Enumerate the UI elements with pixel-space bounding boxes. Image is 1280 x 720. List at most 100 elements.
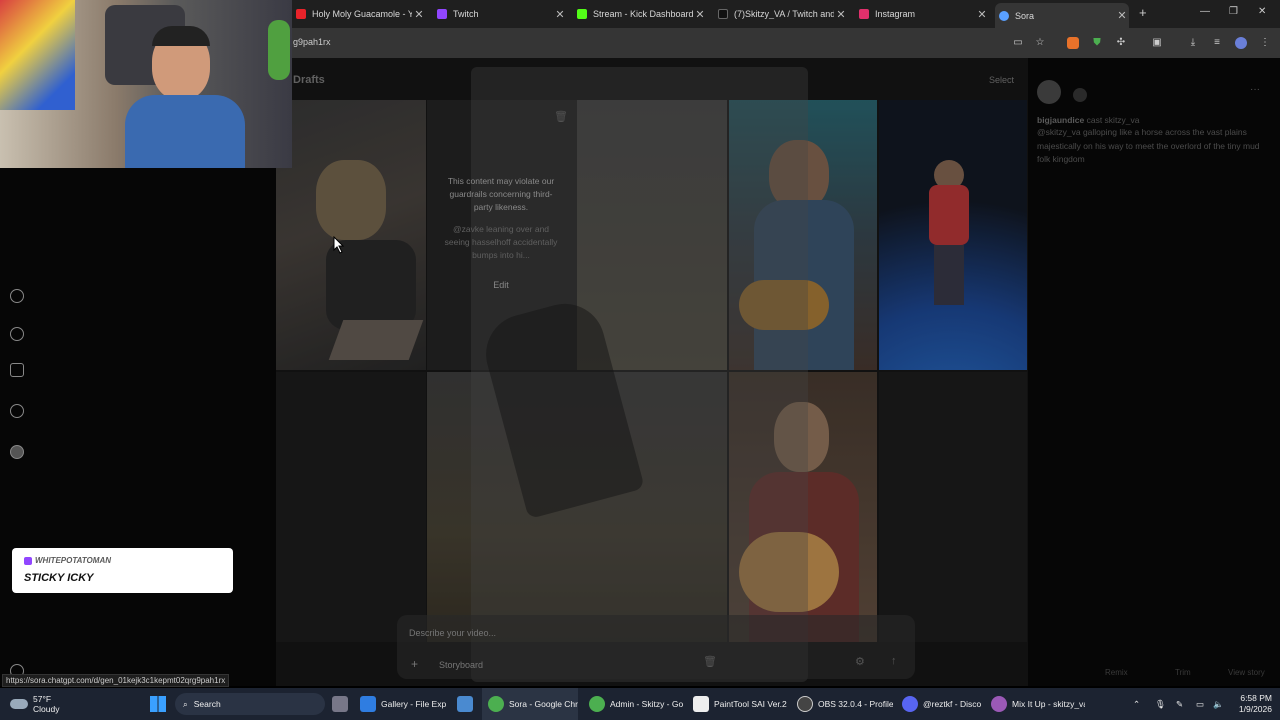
remix-button[interactable]: Remix bbox=[1105, 668, 1128, 677]
taskbar-app-label: Admin - Skitzy - Go bbox=[610, 699, 683, 709]
new-tab-button[interactable]: + bbox=[1139, 5, 1147, 20]
close-icon[interactable]: ✕ bbox=[975, 8, 989, 21]
puzzle-icon[interactable]: ✣ bbox=[1115, 37, 1127, 49]
chevron-up-icon[interactable]: ⌃ bbox=[1133, 688, 1140, 720]
taskbar-app-label: OBS 32.0.4 - Profile: bbox=[818, 699, 893, 709]
windows-taskbar: 57°F Cloudy ⌕ Search Gallery - File Expl… bbox=[0, 688, 1280, 720]
download-icon[interactable]: ⤓ bbox=[1187, 37, 1199, 49]
task-view-icon bbox=[332, 696, 348, 712]
storyboard-button[interactable]: Storyboard bbox=[439, 660, 483, 670]
play-icon[interactable] bbox=[10, 289, 24, 303]
weather-desc: Cloudy bbox=[33, 704, 60, 714]
view-story-button[interactable]: View story bbox=[1228, 668, 1265, 677]
add-media-button[interactable]: + bbox=[411, 657, 418, 671]
trash-icon[interactable]: 🗑 bbox=[703, 655, 717, 668]
trophy-icon[interactable] bbox=[10, 363, 24, 377]
taskbar-app[interactable] bbox=[457, 688, 478, 720]
start-button[interactable] bbox=[150, 688, 166, 720]
taskbar-app[interactable]: @reztkf - Disco bbox=[902, 688, 982, 720]
search-label: Search bbox=[193, 699, 221, 709]
task-view-button[interactable] bbox=[332, 688, 353, 720]
shield-icon[interactable]: ⛊ bbox=[1091, 37, 1103, 49]
pen-icon[interactable]: ✎ bbox=[1176, 688, 1183, 720]
tiktok-icon bbox=[718, 9, 728, 19]
send-arrow-icon[interactable]: ↑ bbox=[891, 655, 897, 667]
photos-icon bbox=[457, 696, 473, 712]
close-window-icon[interactable]: ✕ bbox=[1258, 6, 1266, 17]
tab-label: (7)Skitzy_VA / Twitch and bbox=[734, 9, 834, 19]
sidepanel-icon[interactable]: ▣ bbox=[1151, 37, 1163, 49]
weather-widget[interactable]: 57°F Cloudy bbox=[10, 688, 59, 720]
close-icon[interactable]: ✕ bbox=[1115, 9, 1129, 22]
url-field[interactable]: g9pah1rx bbox=[293, 37, 331, 47]
windows-icon bbox=[150, 696, 166, 712]
taskbar-app-label: PaintTool SAI Ver.2 ( bbox=[714, 699, 787, 709]
chat-message: STICKY ICKY bbox=[24, 572, 94, 584]
streamer-shirt bbox=[125, 95, 245, 168]
cursor-icon bbox=[333, 236, 345, 254]
bell-icon[interactable] bbox=[10, 404, 24, 418]
file-explorer-icon bbox=[360, 696, 376, 712]
guardrail-warning: This content may violate our guardrails … bbox=[447, 176, 555, 212]
green-figure bbox=[268, 20, 290, 80]
menu-icon[interactable]: ⋮ bbox=[1259, 37, 1271, 49]
tab-sora[interactable]: Sora ✕ bbox=[995, 3, 1129, 28]
clock-time: 6:58 PM bbox=[1240, 693, 1272, 703]
tab-label: Stream - Kick Dashboard bbox=[593, 9, 693, 19]
minimize-icon[interactable]: — bbox=[1200, 6, 1210, 17]
chrome-icon bbox=[488, 696, 504, 712]
kick-icon bbox=[577, 9, 587, 19]
tab-kick[interactable]: Stream - Kick Dashboard ✕ bbox=[573, 4, 707, 24]
close-icon[interactable]: ✕ bbox=[412, 8, 426, 21]
webcam-overlay bbox=[0, 0, 292, 168]
cast-icon[interactable]: ▭ bbox=[1012, 37, 1024, 49]
trim-button[interactable]: Trim bbox=[1175, 668, 1191, 677]
edit-button[interactable]: Edit bbox=[441, 279, 561, 292]
close-icon[interactable]: ✕ bbox=[693, 8, 707, 21]
settings-sliders-icon[interactable]: ⚙ bbox=[855, 655, 865, 668]
search-icon: ⌕ bbox=[183, 698, 188, 709]
cast-text: cast skitzy_va bbox=[1086, 115, 1140, 125]
maximize-icon[interactable]: ❐ bbox=[1229, 6, 1238, 17]
avatar[interactable] bbox=[1037, 80, 1061, 104]
sora-icon bbox=[999, 10, 1009, 21]
taskbar-search[interactable]: ⌕ Search bbox=[175, 693, 325, 715]
taskbar-app[interactable]: Mix It Up - skitzy_va bbox=[991, 688, 1085, 720]
detail-panel: ··· bigjaundice cast skitzy_va @skitzy_v… bbox=[1030, 58, 1280, 686]
star-icon[interactable]: ☆ bbox=[1034, 37, 1046, 49]
taskbar-app[interactable]: PaintTool SAI Ver.2 ( bbox=[693, 688, 787, 720]
tab-instagram[interactable]: Instagram ✕ bbox=[855, 4, 989, 24]
clock[interactable]: 6:58 PM 1/9/2026 bbox=[1232, 688, 1272, 720]
taskbar-app[interactable]: Gallery - File Explo bbox=[360, 688, 446, 720]
close-icon[interactable]: ✕ bbox=[553, 8, 567, 21]
volume-icon[interactable]: 🔈 bbox=[1213, 688, 1224, 720]
extension-orange-icon[interactable] bbox=[1067, 37, 1079, 49]
taskbar-app[interactable]: OBS 32.0.4 - Profile: bbox=[797, 688, 893, 720]
close-icon[interactable]: ✕ bbox=[834, 8, 848, 21]
search-icon[interactable] bbox=[10, 327, 24, 341]
profile-avatar[interactable] bbox=[1235, 37, 1247, 49]
poster-art bbox=[0, 0, 75, 110]
taskbar-app-label: @reztkf - Disco bbox=[923, 699, 982, 709]
media-icon[interactable]: ≡ bbox=[1211, 37, 1223, 49]
taskbar-app-active[interactable]: Sora - Google Chro bbox=[482, 688, 578, 720]
avatar[interactable] bbox=[10, 445, 24, 459]
chat-username: WHITEPOTATOMAN bbox=[35, 556, 111, 565]
video-viewer-modal bbox=[471, 67, 808, 682]
tab-label: Instagram bbox=[875, 9, 916, 19]
twitch-icon bbox=[24, 557, 32, 565]
tab-tiktok[interactable]: (7)Skitzy_VA / Twitch and ✕ bbox=[714, 4, 848, 24]
link-preview-url: https://sora.chatgpt.com/d/gen_01kejk3c1… bbox=[2, 674, 230, 687]
taskbar-app[interactable]: Admin - Skitzy - Go bbox=[589, 688, 683, 720]
tab-youtube[interactable]: Holy Moly Guacamole - Yo ✕ bbox=[292, 4, 426, 24]
network-icon[interactable]: ▭ bbox=[1196, 688, 1204, 720]
avatar[interactable] bbox=[1073, 88, 1087, 102]
microphone-icon[interactable]: 🎙 bbox=[1155, 688, 1166, 720]
tab-twitch[interactable]: Twitch ✕ bbox=[433, 4, 567, 24]
chrome-icon bbox=[589, 696, 605, 712]
username[interactable]: bigjaundice bbox=[1037, 115, 1084, 125]
more-options-icon[interactable]: ··· bbox=[1250, 84, 1260, 95]
taskbar-app-label: Gallery - File Explo bbox=[381, 699, 446, 709]
draft-prompt: @zavke leaning over and seeing hasselhof… bbox=[444, 224, 558, 260]
prompt-input[interactable] bbox=[409, 625, 889, 641]
